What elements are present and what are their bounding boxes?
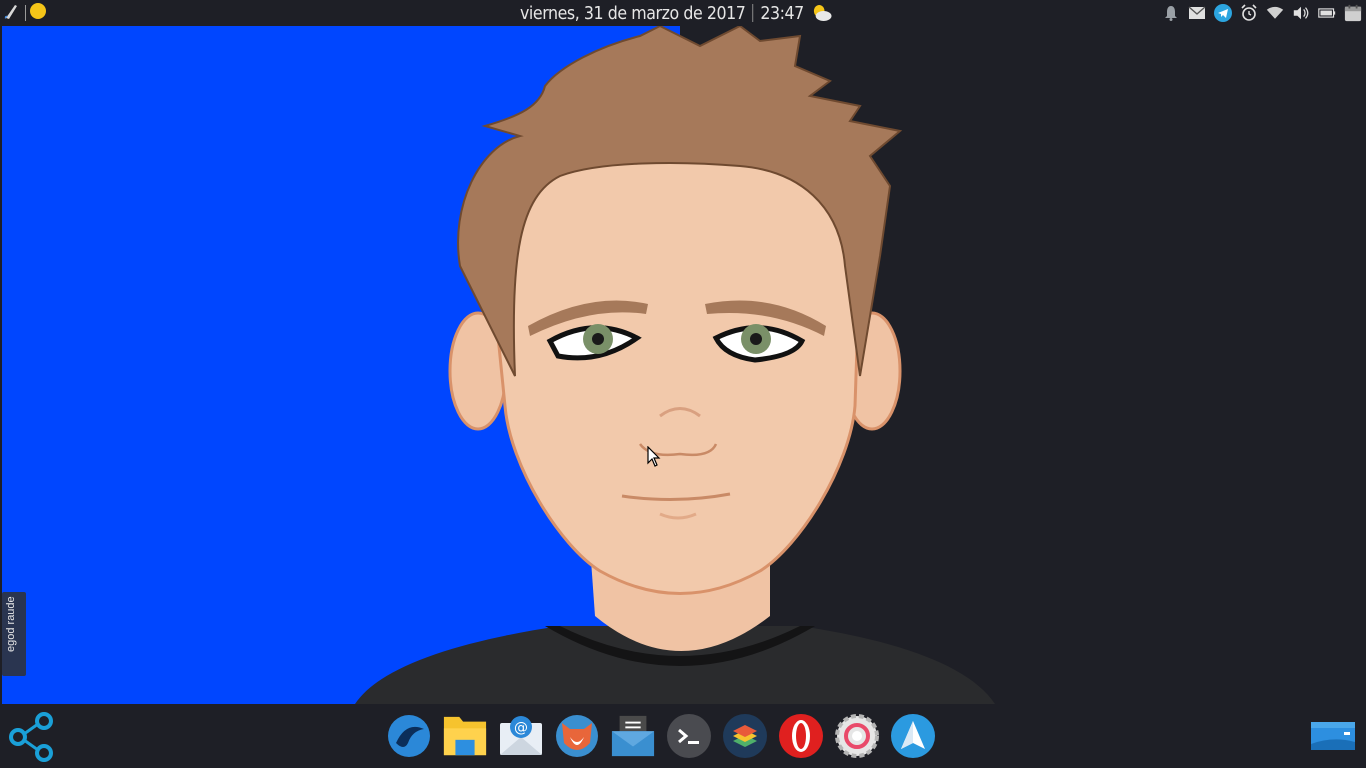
desktop-icon[interactable] <box>1310 718 1356 754</box>
widget-label: egod raude <box>5 596 17 652</box>
firefox-icon[interactable] <box>554 712 600 760</box>
desktop-widget[interactable]: egod raude <box>2 592 26 676</box>
settings-icon[interactable] <box>834 712 880 760</box>
opera-icon[interactable] <box>778 712 824 760</box>
mail-icon[interactable] <box>1188 4 1206 22</box>
date-label: viernes, 31 de marzo de 2017 <box>520 2 746 24</box>
alarm-icon[interactable] <box>1240 4 1258 22</box>
panel-left-area <box>2 1 47 26</box>
avatar-wallpaper-image <box>0 26 1366 704</box>
terminal-icon[interactable] <box>666 712 712 760</box>
bell-icon[interactable] <box>1162 4 1180 22</box>
svg-text:@: @ <box>514 720 528 736</box>
weather-icon[interactable] <box>811 3 832 23</box>
panel-separator <box>25 5 26 21</box>
time-label: 23:47 <box>760 2 804 24</box>
dock-app-list: @ <box>386 712 936 762</box>
mail-icon[interactable] <box>610 712 656 760</box>
share-icon[interactable] <box>8 712 56 762</box>
layers-icon[interactable] <box>722 712 768 760</box>
browser-icon[interactable] <box>386 712 432 760</box>
top-panel: viernes, 31 de marzo de 2017 23:47 <box>0 0 1366 26</box>
date-time-display[interactable]: viernes, 31 de marzo de 2017 23:47 <box>520 0 832 26</box>
system-tray <box>1162 3 1362 23</box>
brush-icon[interactable] <box>2 1 22 26</box>
folder-icon[interactable] <box>442 712 488 760</box>
dock: @ <box>0 704 1366 768</box>
mouse-cursor <box>647 445 661 473</box>
telegram-icon[interactable] <box>1214 4 1232 22</box>
wifi-icon[interactable] <box>1266 4 1284 22</box>
send-icon[interactable] <box>890 712 936 760</box>
calendar-icon[interactable] <box>1344 4 1362 22</box>
circle-icon[interactable] <box>29 2 47 25</box>
volume-icon[interactable] <box>1292 4 1310 22</box>
clock-divider <box>752 4 754 22</box>
mail-client-icon[interactable]: @ <box>498 712 544 760</box>
battery-icon[interactable] <box>1318 4 1336 22</box>
desktop-wallpaper: egod raude <box>0 26 1366 704</box>
